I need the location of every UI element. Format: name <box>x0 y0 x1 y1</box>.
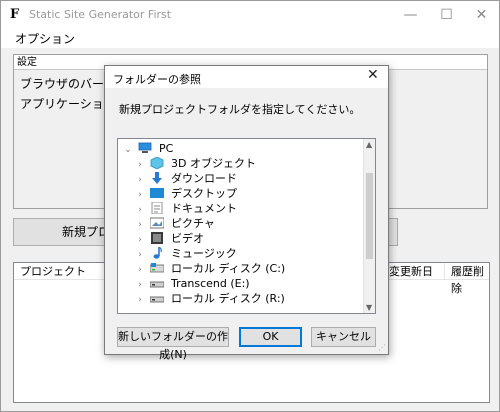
tree-label: ミュージック <box>171 247 237 260</box>
tree-item-local-disk-c[interactable]: › ローカル ディスク (C:) <box>134 261 285 276</box>
tree-item-desktop[interactable]: › デスクトップ <box>134 186 237 201</box>
column-updated[interactable]: 変更新日 <box>382 263 444 280</box>
app-icon: F <box>10 7 20 22</box>
tree-item-transcend-e[interactable]: › Transcend (E:) <box>134 276 250 291</box>
ok-button[interactable]: OK <box>239 327 302 347</box>
pc-icon <box>138 142 152 154</box>
tree-item-documents[interactable]: › ドキュメント <box>134 201 237 216</box>
maximize-button[interactable]: ☐ <box>429 1 464 30</box>
browse-folder-dialog: フォルダーの参照 ✕ 新規プロジェクトフォルダを指定してください。 ⌄ PC ›… <box>104 65 389 361</box>
tree-label: ローカル ディスク (C:) <box>171 262 286 275</box>
scroll-up-icon[interactable]: ▲ <box>366 140 372 149</box>
drive-icon <box>149 292 164 304</box>
desktop-icon <box>149 187 164 199</box>
minimize-button[interactable]: — <box>393 1 428 30</box>
pictures-icon <box>149 217 164 229</box>
tree-item-downloads[interactable]: › ダウンロード <box>134 171 237 186</box>
column-delete[interactable]: 履歴削除 <box>444 263 491 295</box>
dialog-close-button[interactable]: ✕ <box>367 67 379 83</box>
title-bar: F Static Site Generator First — ☐ ✕ <box>1 1 499 30</box>
chevron-down-icon[interactable]: ⌄ <box>122 143 134 158</box>
resize-grip-icon[interactable]: ⋰ <box>378 343 386 352</box>
tree-item-pictures[interactable]: › ピクチャ <box>134 216 215 231</box>
download-icon <box>150 172 164 184</box>
tree-label: ビデオ <box>171 232 204 245</box>
tree-label: Transcend (E:) <box>171 277 250 290</box>
tree-item-local-disk-r[interactable]: › ローカル ディスク (R:) <box>134 291 285 306</box>
tree-label: ローカル ディスク (R:) <box>171 292 285 305</box>
folder-tree[interactable]: ⌄ PC › 3D オブジェクト › ダウンロード › デスクトップ › ドキュ… <box>117 138 376 314</box>
music-icon <box>150 246 164 259</box>
local-disk-icon <box>149 262 164 274</box>
cancel-button[interactable]: キャンセル <box>311 327 376 347</box>
tree-label: デスクトップ <box>171 187 237 200</box>
new-folder-button[interactable]: 新しいフォルダーの作成(N) <box>117 327 229 361</box>
scroll-down-icon[interactable]: ▼ <box>366 303 372 312</box>
tree-scrollbar[interactable]: ▲ ▼ <box>363 139 375 313</box>
menu-options[interactable]: オプション <box>15 30 75 47</box>
tree-label: PC <box>159 142 174 155</box>
dialog-title-bar: フォルダーの参照 ✕ <box>105 66 388 88</box>
scroll-thumb[interactable] <box>366 173 373 259</box>
3d-objects-icon <box>150 156 164 170</box>
drive-icon <box>149 277 164 289</box>
tree-item-videos[interactable]: › ビデオ <box>134 231 204 246</box>
tree-item-pc[interactable]: ⌄ PC <box>122 141 173 156</box>
document-icon <box>150 201 164 215</box>
tree-label: ダウンロード <box>171 172 237 185</box>
window-title: Static Site Generator First <box>29 8 172 21</box>
tree-item-music[interactable]: › ミュージック <box>134 246 237 261</box>
chevron-right-icon[interactable]: › <box>134 293 146 308</box>
video-icon <box>150 232 164 244</box>
tree-label: ドキュメント <box>171 202 237 215</box>
tree-label: ピクチャ <box>171 217 215 230</box>
close-button[interactable]: ✕ <box>464 1 499 30</box>
dialog-description: 新規プロジェクトフォルダを指定してください。 <box>119 103 361 116</box>
tree-item-3d-objects[interactable]: › 3D オブジェクト <box>134 156 256 171</box>
tree-label: 3D オブジェクト <box>171 157 256 170</box>
dialog-title: フォルダーの参照 <box>113 73 201 86</box>
menu-bar: オプション <box>1 30 499 48</box>
